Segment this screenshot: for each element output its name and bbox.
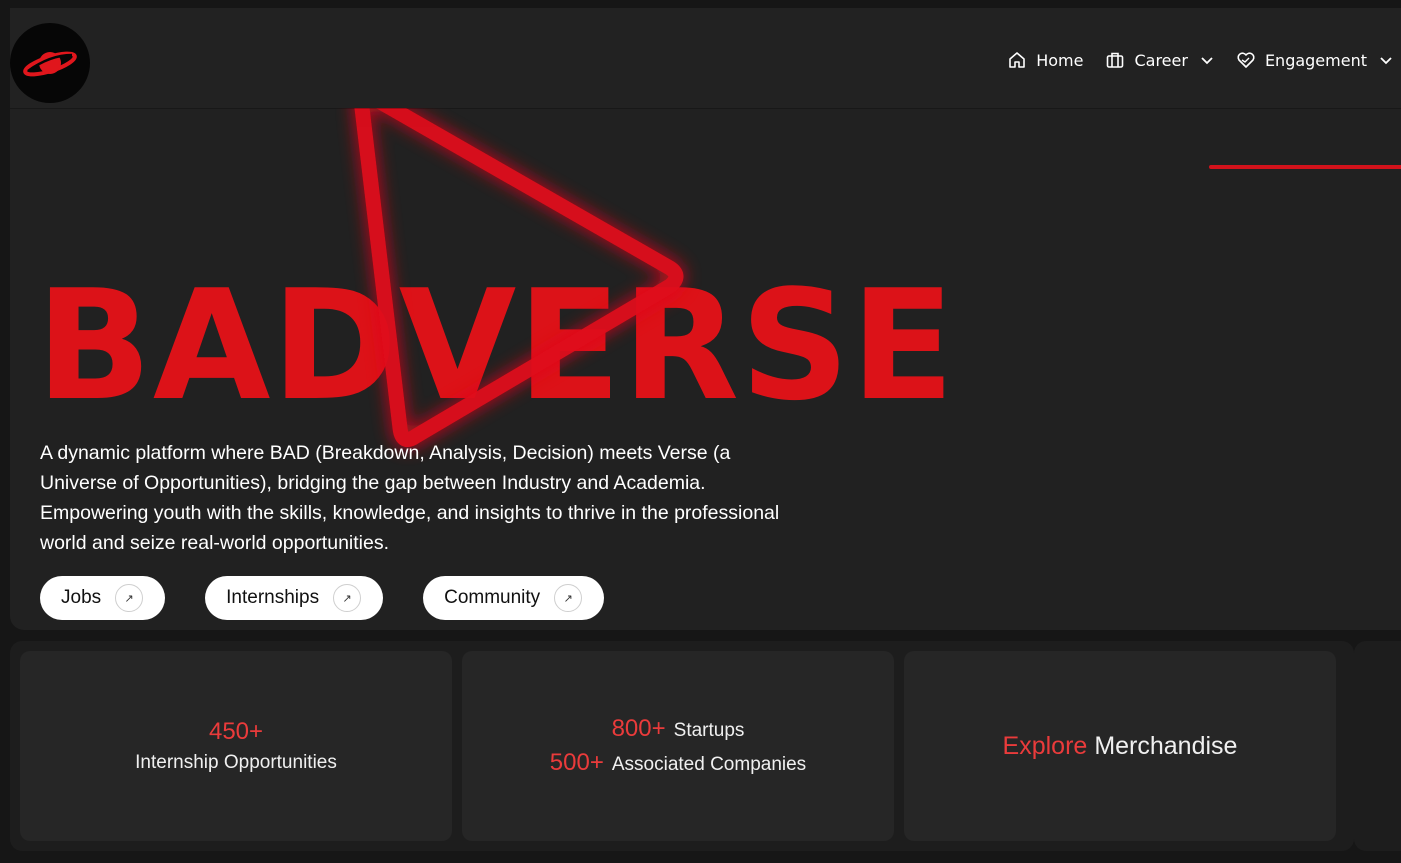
companies-count: 500+ <box>549 749 604 776</box>
site-header: Home Career Engagement <box>10 8 1401 108</box>
internships-label: Internship Opportunities <box>135 752 337 773</box>
companies-label: Associated Companies <box>611 754 807 775</box>
merchandise-card[interactable]: Explore Merchandise <box>904 651 1336 841</box>
nav-career[interactable]: Career <box>1105 50 1213 70</box>
next-panel-edge <box>1354 641 1401 851</box>
briefcase-icon <box>1107 52 1124 68</box>
merch-label: Merchandise <box>1094 731 1238 760</box>
internships-button-label: Internships <box>226 587 320 608</box>
startups-stat-card: 800+ Startups 500+ Associated Companies <box>462 651 894 841</box>
community-button-label: Community <box>444 587 541 608</box>
planet-logo[interactable] <box>10 23 90 103</box>
internships-count: 450+ <box>208 718 264 745</box>
accent-line <box>1209 165 1401 169</box>
hero-description: A dynamic platform where BAD (Breakdown,… <box>40 442 780 554</box>
brand-title: BADVERSE <box>36 257 956 434</box>
merch-accent: Explore <box>1002 731 1088 760</box>
startups-count: 800+ <box>611 715 666 742</box>
stats-section: 450+ Internship Opportunities 800+ Start… <box>10 641 1354 851</box>
chevron-down-icon <box>1201 57 1213 65</box>
page: Home Career Engagement BADVERSE A dynami… <box>0 0 1401 863</box>
home-icon <box>1009 52 1026 68</box>
merchandise-link: Explore Merchandise <box>1003 732 1238 761</box>
startups-line: 800+ Startups <box>612 715 745 743</box>
companies-line: 500+ Associated Companies <box>550 749 806 777</box>
startups-label: Startups <box>673 720 745 741</box>
main-nav: Home Career Engagement <box>985 50 1393 70</box>
heart-handshake-icon <box>1237 52 1255 68</box>
jobs-button-label: Jobs <box>61 587 102 608</box>
jobs-button[interactable]: Jobs ↗ <box>40 576 166 620</box>
community-button[interactable]: Community ↗ <box>423 576 605 620</box>
internships-stat-card: 450+ Internship Opportunities <box>20 651 452 841</box>
arrow-up-right-icon: ↗ <box>554 584 583 612</box>
hero-section: Home Career Engagement BADVERSE A dynami… <box>10 8 1401 630</box>
nav-engagement[interactable]: Engagement <box>1236 50 1393 70</box>
nav-career-label: Career <box>1134 50 1188 70</box>
nav-home[interactable]: Home <box>1007 50 1083 70</box>
nav-engagement-label: Engagement <box>1264 50 1367 70</box>
nav-home-label: Home <box>1036 50 1084 70</box>
internships-button[interactable]: Internships ↗ <box>205 576 384 620</box>
arrow-up-right-icon: ↗ <box>115 584 144 612</box>
hero-buttons: Jobs ↗ Internships ↗ Community ↗ <box>40 576 644 620</box>
chevron-down-icon <box>1380 57 1392 65</box>
arrow-up-right-icon: ↗ <box>333 584 362 612</box>
